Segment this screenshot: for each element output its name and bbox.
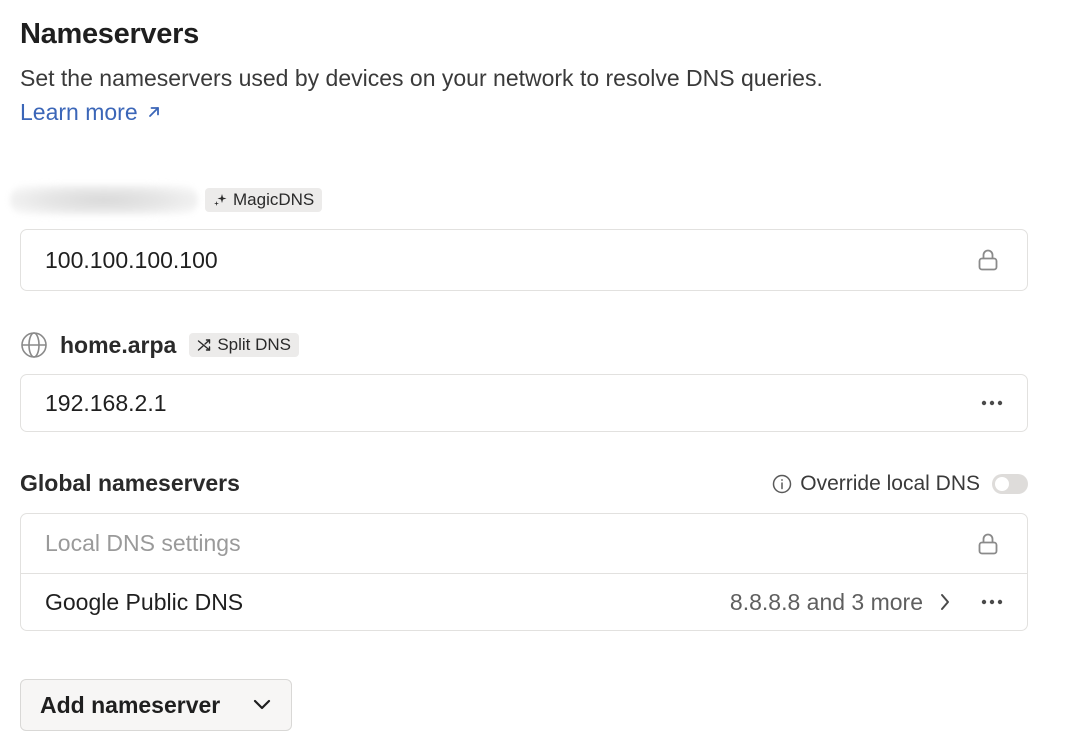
global-row-google-dns[interactable]: Google Public DNS 8.8.8.8 and 3 more <box>21 573 1027 630</box>
split-dns-address: 192.168.2.1 <box>45 389 167 416</box>
toggle-knob <box>995 476 1009 491</box>
lock-icon <box>975 531 1001 557</box>
learn-more-label: Learn more <box>20 99 138 125</box>
global-nameservers-header: Global nameservers Override local DNS <box>20 470 1028 497</box>
split-dns-domain: home.arpa <box>60 331 177 358</box>
magicdns-row[interactable]: 100.100.100.100 <box>21 230 1027 290</box>
global-nameservers-title: Global nameservers <box>20 470 240 496</box>
magicdns-header: MagicDNS <box>10 185 323 215</box>
google-dns-servers-summary: 8.8.8.8 and 3 more <box>729 588 923 615</box>
split-dns-tag: Split DNS <box>189 333 300 357</box>
lock-icon <box>975 247 1001 273</box>
split-dns-tag-label: Split DNS <box>217 335 292 354</box>
more-dots-icon[interactable] <box>977 388 1007 418</box>
split-dns-card: 192.168.2.1 <box>20 374 1028 432</box>
google-dns-servers-link[interactable]: 8.8.8.8 and 3 more <box>730 589 953 616</box>
globe-icon <box>20 331 48 359</box>
override-local-dns: Override local DNS <box>772 472 1028 496</box>
external-link-arrow-icon <box>146 99 162 126</box>
magicdns-tag: MagicDNS <box>205 188 323 212</box>
override-local-dns-label: Override local DNS <box>800 471 980 495</box>
learn-more-link[interactable]: Learn more <box>20 99 162 126</box>
google-public-dns-label: Google Public DNS <box>45 588 244 615</box>
chevron-right-icon <box>937 592 953 612</box>
split-dns-header: home.arpa Split DNS <box>20 331 300 359</box>
page-title: Nameservers <box>20 18 199 50</box>
magicdns-address: 100.100.100.100 <box>45 246 218 273</box>
local-dns-settings-label: Local DNS settings <box>45 530 241 556</box>
global-nameservers-card: Local DNS settings Google Public DNS 8.8… <box>20 513 1028 631</box>
override-local-dns-toggle[interactable] <box>992 473 1028 494</box>
add-nameserver-label: Add nameserver <box>40 691 221 718</box>
magicdns-tag-label: MagicDNS <box>233 190 315 209</box>
info-icon[interactable] <box>772 474 792 494</box>
sparkle-icon <box>213 193 227 207</box>
global-row-local-dns: Local DNS settings <box>21 514 1027 573</box>
chevron-down-icon <box>252 698 272 712</box>
page-description: Set the nameservers used by devices on y… <box>20 65 823 91</box>
more-dots-icon[interactable] <box>977 587 1007 617</box>
redacted-tailnet-name <box>10 185 198 215</box>
magicdns-card: 100.100.100.100 <box>20 229 1028 291</box>
shuffle-icon <box>197 338 211 352</box>
add-nameserver-button[interactable]: Add nameserver <box>20 679 292 731</box>
split-dns-row[interactable]: 192.168.2.1 <box>21 375 1027 431</box>
